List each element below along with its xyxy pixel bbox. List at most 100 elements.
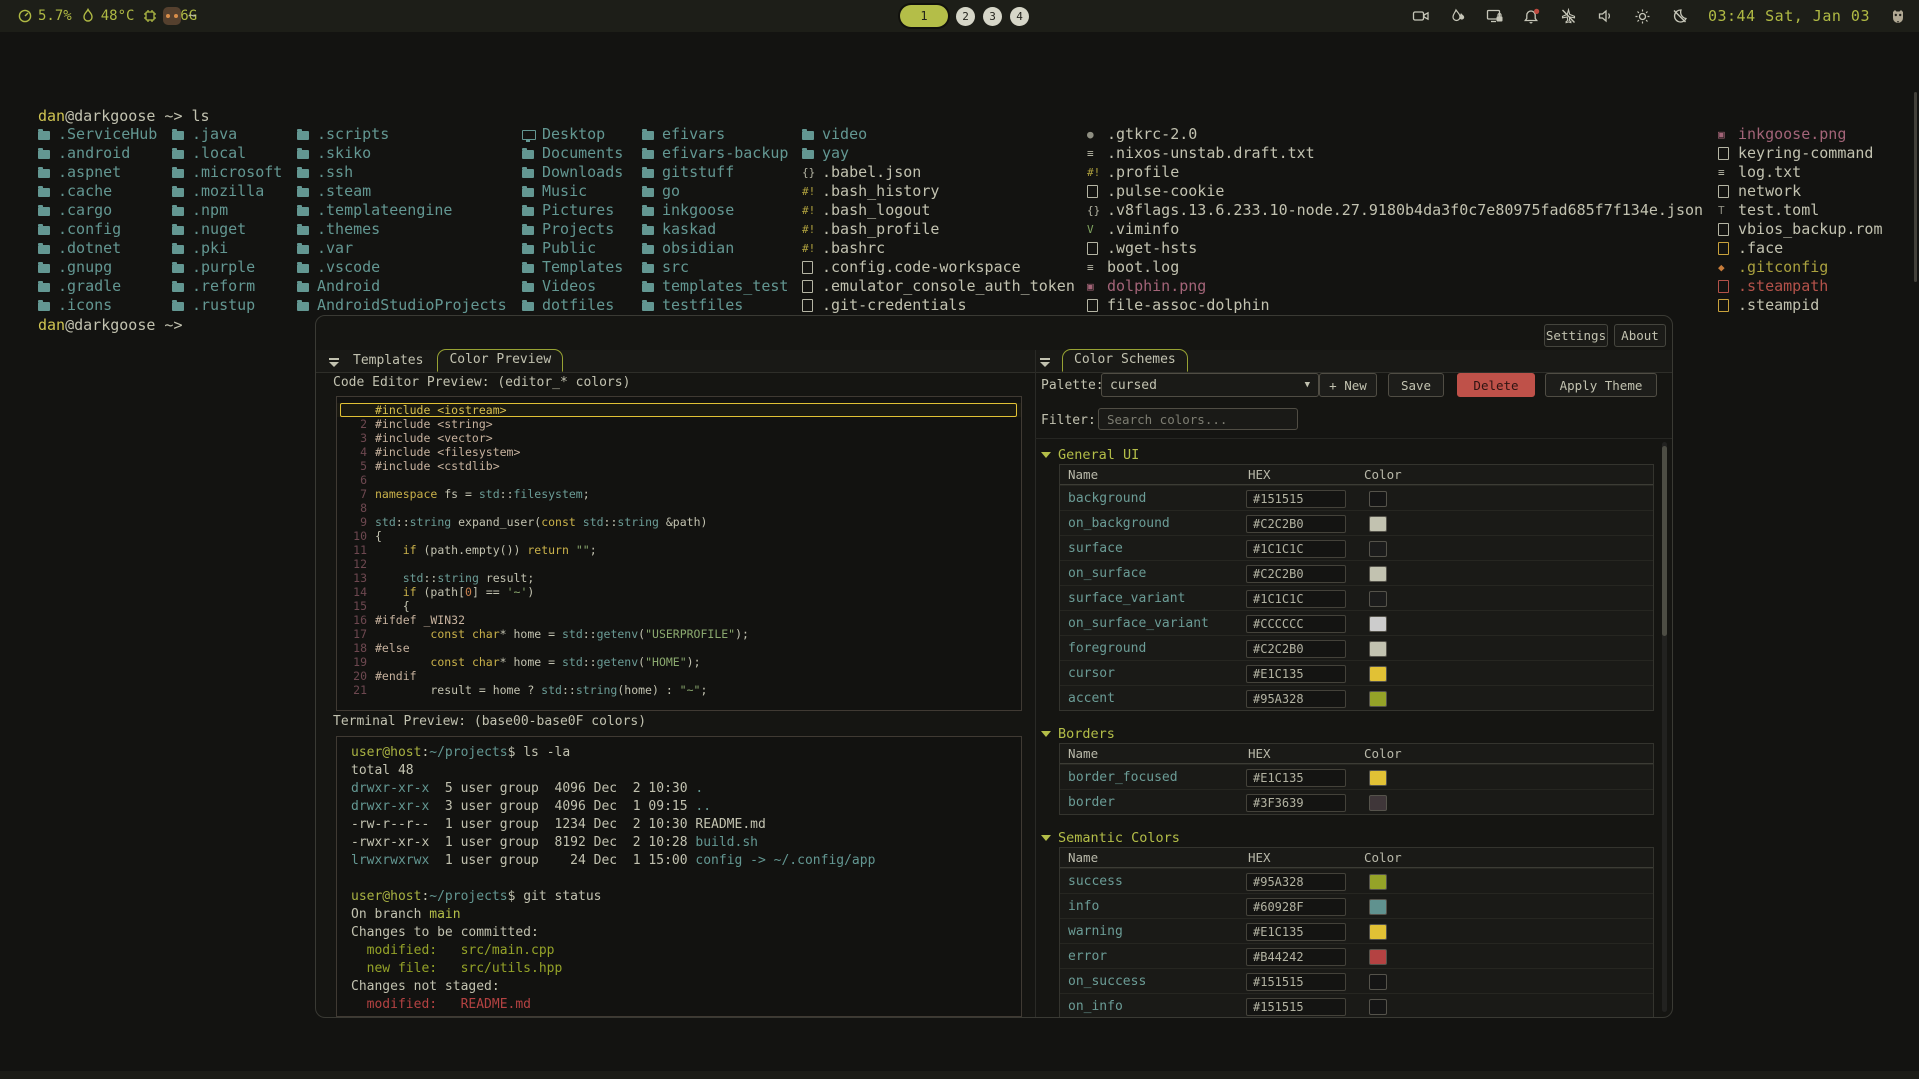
line-number: 17 [341,627,367,641]
folder-icon [522,300,537,311]
workspace-dot-4[interactable]: 4 [1010,7,1029,26]
hex-input[interactable]: #3F3639 [1246,794,1346,812]
hex-input[interactable]: #CCCCCC [1246,615,1346,633]
hex-input[interactable]: #151515 [1246,490,1346,508]
screen-lock-icon[interactable] [1486,7,1504,25]
app-indicator[interactable]: ~ [163,0,196,32]
brightness-icon[interactable] [1634,7,1652,25]
color-swatch[interactable] [1369,999,1387,1015]
table-row: on_surface#C2C2B0 [1060,560,1653,585]
line-number: 14 [341,585,367,599]
color-swatch[interactable] [1369,899,1387,915]
apply-theme-button[interactable]: Apply Theme [1545,373,1657,397]
desktop-terminal[interactable]: dan@darkgoose ~> ls .ServiceHub.android.… [0,32,1919,312]
volume-icon[interactable] [1597,7,1615,25]
collapse-panel-icon[interactable] [329,358,339,367]
folder-icon [522,186,537,197]
color-name: on_surface [1060,566,1246,581]
hex-input[interactable]: #C2C2B0 [1246,640,1346,658]
clock[interactable]: 03:44 Sat, Jan 03 [1708,7,1870,25]
file-item: .pki [172,239,282,258]
hex-input[interactable]: #B44242 [1246,948,1346,966]
file-icon [802,280,817,293]
hex-input[interactable]: #1C1C1C [1246,590,1346,608]
hex-input[interactable]: #151515 [1246,998,1346,1016]
palette-select[interactable]: cursed ▼ [1101,373,1319,397]
file-item: templates_test [642,277,788,296]
color-swatch[interactable] [1369,616,1387,632]
line-number: 21 [341,683,367,697]
file-name: efivars-backup [662,144,788,163]
color-swatch[interactable] [1369,924,1387,940]
file-item: #!.bash_logout [802,201,1075,220]
file-name: .vscode [317,258,380,277]
hex-input[interactable]: #95A328 [1246,690,1346,708]
airplane-off-icon[interactable] [1560,7,1578,25]
vim-icon: V [1087,220,1102,239]
section-header-general-ui[interactable]: General UI [1041,446,1655,463]
folder-icon [297,129,312,140]
color-swatch[interactable] [1369,691,1387,707]
tab-color-preview[interactable]: Color Preview [437,349,563,372]
color-swatch[interactable] [1369,974,1387,990]
settings-button[interactable]: Settings [1544,324,1608,347]
code-line: 12 [337,557,1021,571]
code-text: #include <string> [375,417,493,431]
file-item: Music [522,182,623,201]
file-item: #!.bashrc [802,239,1075,258]
save-button[interactable]: Save [1388,373,1444,397]
tab-templates[interactable]: Templates [353,353,423,372]
color-swatch[interactable] [1369,541,1387,557]
color-swatch[interactable] [1369,591,1387,607]
hex-input[interactable]: #E1C135 [1246,923,1346,941]
workspace-pill-active[interactable]: 1 [900,5,948,27]
screen-record-icon[interactable] [1412,7,1430,25]
tray-owl-icon[interactable] [1889,7,1907,25]
hex-input[interactable]: #C2C2B0 [1246,515,1346,533]
hex-input[interactable]: #E1C135 [1246,769,1346,787]
color-swatch[interactable] [1369,770,1387,786]
color-swatch[interactable] [1369,641,1387,657]
folder-icon [38,262,53,273]
scrollbar-thumb[interactable] [1662,446,1667,636]
hex-input[interactable]: #151515 [1246,973,1346,991]
night-light-off-icon[interactable] [1671,7,1689,25]
terminal-line: user@host:~/projects$ ls -la [337,744,1021,762]
color-swatch[interactable] [1369,874,1387,890]
file-item: .gradle [38,277,157,296]
delete-button[interactable]: Delete [1457,373,1535,397]
file-item: .dotnet [38,239,157,258]
fire-icon[interactable] [1449,7,1467,25]
section-header-borders[interactable]: Borders [1041,725,1655,742]
code-line: 6 [337,473,1021,487]
line-number: 19 [341,655,367,669]
terminal-app-icon [163,7,181,25]
code-line: 21 result = home ? std::string(home) : "… [337,683,1021,697]
about-button[interactable]: About [1614,324,1666,347]
file-name: Videos [542,277,596,296]
hex-input[interactable]: #95A328 [1246,873,1346,891]
color-swatch[interactable] [1369,516,1387,532]
workspace-dot-2[interactable]: 2 [956,7,975,26]
section-header-semantic-colors[interactable]: Semantic Colors [1041,829,1655,846]
hex-input[interactable]: #60928F [1246,898,1346,916]
color-swatch[interactable] [1369,949,1387,965]
file-name: .steampid [1738,296,1819,315]
new-palette-button[interactable]: + New [1319,373,1377,397]
workspace-dot-3[interactable]: 3 [983,7,1002,26]
color-swatch[interactable] [1369,795,1387,811]
collapse-panel-icon[interactable] [1040,358,1050,367]
color-swatch[interactable] [1369,566,1387,582]
color-swatch[interactable] [1369,666,1387,682]
hex-input[interactable]: #1C1C1C [1246,540,1346,558]
color-swatch[interactable] [1369,491,1387,507]
tab-color-schemes[interactable]: Color Schemes [1062,349,1188,372]
bell-icon[interactable] [1523,7,1541,25]
terminal-scrollbar[interactable] [1914,92,1917,282]
hex-input[interactable]: #E1C135 [1246,665,1346,683]
col-header-hex: HEX [1246,850,1364,865]
hex-input[interactable]: #C2C2B0 [1246,565,1346,583]
filter-input[interactable] [1098,408,1298,430]
code-line: 4#include <filesystem> [337,445,1021,459]
color-name: success [1060,874,1246,889]
